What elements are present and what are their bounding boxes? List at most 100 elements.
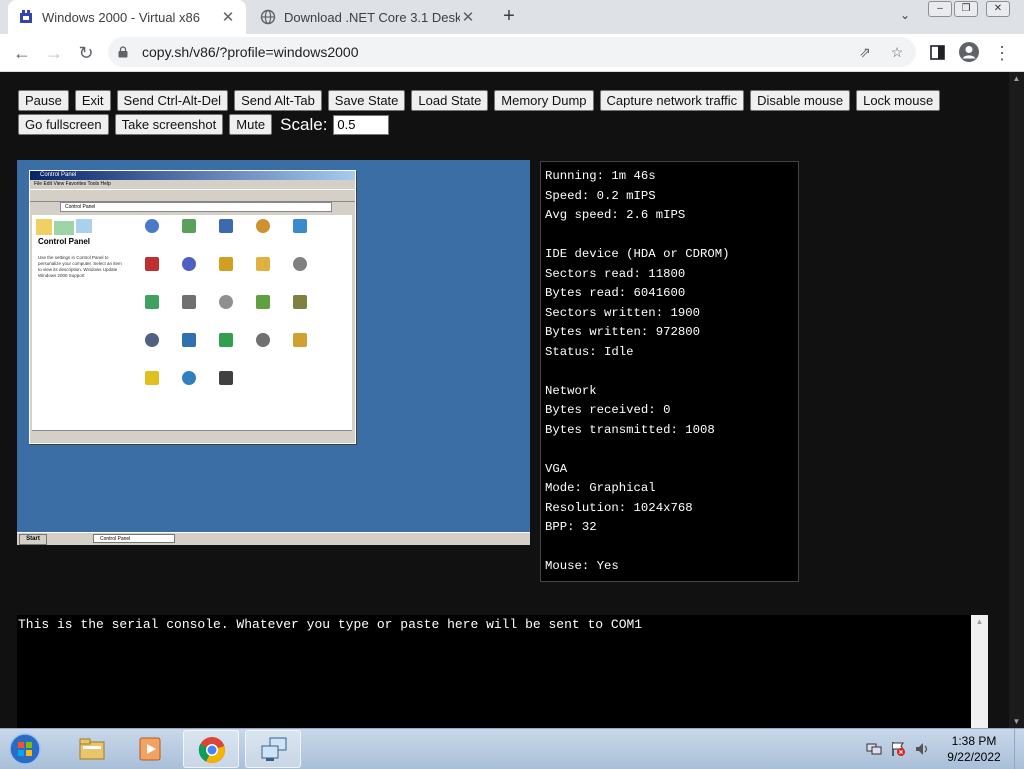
send-alt-tab-button[interactable]: Send Alt-Tab <box>234 90 322 111</box>
taskbar-chrome[interactable] <box>183 730 239 768</box>
minimize-button[interactable]: – <box>928 1 952 17</box>
lock-mouse-button[interactable]: Lock mouse <box>856 90 941 111</box>
stats-line: Running: 1m 46s <box>545 169 656 183</box>
tab-windows2000[interactable]: Windows 2000 - Virtual x86 ✕ <box>8 0 246 34</box>
close-icon[interactable]: ✕ <box>460 8 476 26</box>
media-player-icon <box>139 737 161 761</box>
tab-title: Download .NET Core 3.1 Desktop <box>284 9 460 25</box>
side-panel-icon[interactable] <box>930 45 945 60</box>
control-panel-applet-icon <box>249 295 277 331</box>
control-panel-applet-icon <box>175 371 203 407</box>
scroll-up-icon[interactable]: ▲ <box>972 617 987 626</box>
mute-button[interactable]: Mute <box>229 114 273 135</box>
taskbar-explorer[interactable] <box>64 730 120 768</box>
close-icon[interactable]: ✕ <box>220 8 236 26</box>
control-panel-applet-icon <box>249 257 277 293</box>
window-statusbar <box>32 430 352 437</box>
save-state-button[interactable]: Save State <box>327 90 406 111</box>
control-panel-description: Use the settings in Control Panel to per… <box>38 255 122 278</box>
browser-toolbar: ← → ↻ copy.sh/v86/?profile=windows2000 ⇗… <box>0 34 1024 72</box>
control-panel-applet-icon <box>175 257 203 293</box>
restore-button[interactable]: ❐ <box>954 1 978 17</box>
windows-start-icon[interactable] <box>6 732 44 766</box>
volume-icon[interactable] <box>914 741 930 757</box>
host-taskbar: 1:38 PM 9/22/2022 <box>0 728 1024 769</box>
new-tab-button[interactable]: + <box>498 5 520 27</box>
window-close-button[interactable]: ✕ <box>986 1 1010 17</box>
chevron-down-icon[interactable]: ⌄ <box>897 8 913 24</box>
clock-date: 9/22/2022 <box>947 750 1001 764</box>
stats-spacer <box>545 440 794 460</box>
scale-input[interactable] <box>333 114 390 135</box>
stats-line: Avg speed: 2.6 mIPS <box>545 208 686 222</box>
window-menubar: File Edit View Favorites Tools Help <box>34 181 111 187</box>
serial-scrollbar[interactable]: ▲ <box>971 615 988 728</box>
system-clock[interactable]: 1:38 PM 9/22/2022 <box>937 733 1011 765</box>
bookmark-star-icon[interactable]: ☆ <box>889 44 905 60</box>
address-bar[interactable]: copy.sh/v86/?profile=windows2000 ⇗ ☆ <box>108 37 916 67</box>
stats-line: Bytes read: 6041600 <box>545 286 686 300</box>
profile-avatar-icon[interactable] <box>958 41 980 63</box>
control-panel-applet-icon <box>138 333 166 369</box>
forward-button[interactable]: → <box>42 41 66 65</box>
serial-console[interactable]: This is the serial console. Whatever you… <box>17 615 971 728</box>
control-panel-applet-icon <box>286 257 314 293</box>
control-panel-applet-icon <box>138 295 166 331</box>
taskbar-media-player[interactable] <box>122 730 178 768</box>
remote-desktop-icon <box>261 737 287 761</box>
network-icon[interactable] <box>866 741 882 757</box>
disable-mouse-button[interactable]: Disable mouse <box>750 90 851 111</box>
memory-dump-button[interactable]: Memory Dump <box>494 90 594 111</box>
stats-spacer <box>545 226 794 246</box>
tab-strip: Windows 2000 - Virtual x86 ✕ Download .N… <box>0 0 1024 34</box>
stats-line: VGA <box>545 461 568 476</box>
stats-spacer <box>545 538 794 558</box>
scroll-down-icon[interactable]: ▼ <box>1009 717 1024 726</box>
pause-button[interactable]: Pause <box>18 90 69 111</box>
go-fullscreen-button[interactable]: Go fullscreen <box>18 114 109 135</box>
take-screenshot-button[interactable]: Take screenshot <box>114 114 224 135</box>
control-panel-applet-icon <box>286 219 314 255</box>
control-panel-applet-icon <box>286 295 314 331</box>
stats-line: Sectors read: 11800 <box>545 266 686 281</box>
serial-console-text: This is the serial console. Whatever you… <box>18 617 643 632</box>
control-panel-applet-icon <box>138 371 166 407</box>
control-buttons-row-2: Go fullscreen Take screenshot Mute Scale: <box>18 114 390 135</box>
chrome-icon <box>198 737 225 763</box>
action-center-icon[interactable] <box>890 741 906 757</box>
win2000-start-button: Start <box>19 534 47 545</box>
window-address-box: Control Panel <box>60 202 332 212</box>
control-panel-applet-icon <box>249 219 277 255</box>
tab-dotnet[interactable]: Download .NET Core 3.1 Desktop ✕ <box>250 0 486 34</box>
kebab-menu-icon[interactable]: ⋮ <box>990 41 1014 65</box>
scroll-up-icon[interactable]: ▲ <box>1009 74 1024 83</box>
control-panel-applet-icon <box>175 219 203 255</box>
load-state-button[interactable]: Load State <box>411 90 489 111</box>
stats-line: IDE device (HDA or CDROM) <box>545 247 730 261</box>
control-panel-applet-icon <box>286 333 314 369</box>
show-desktop-button[interactable] <box>1014 729 1024 769</box>
v86-favicon-icon <box>20 10 32 23</box>
exit-button[interactable]: Exit <box>74 90 111 111</box>
url-text: copy.sh/v86/?profile=windows2000 <box>142 44 359 60</box>
taskbar-remote-desktop[interactable] <box>245 730 301 768</box>
share-icon[interactable]: ⇗ <box>857 44 873 60</box>
window-toolbar <box>30 189 355 202</box>
control-panel-applet-icon <box>212 333 240 369</box>
control-panel-applet-icon <box>212 371 240 407</box>
reload-button[interactable]: ↻ <box>74 41 98 65</box>
emulator-screen[interactable]: Control Panel File Edit View Favorites T… <box>17 160 530 545</box>
window-titlebar: Control Panel <box>30 171 355 180</box>
stats-line: Mode: Graphical <box>545 481 656 495</box>
win2000-task-button: Control Panel <box>93 534 175 543</box>
capture-network-traffic-button[interactable]: Capture network traffic <box>599 90 745 111</box>
stats-line: Bytes received: 0 <box>545 403 671 417</box>
stats-line: Sectors written: 1900 <box>545 305 700 320</box>
globe-icon <box>260 9 276 25</box>
send-ctrl-alt-del-button[interactable]: Send Ctrl-Alt-Del <box>116 90 229 111</box>
stats-line: Status: Idle <box>545 344 634 359</box>
control-panel-content: Control Panel Use the settings in Contro… <box>32 215 352 437</box>
back-button[interactable]: ← <box>10 41 34 65</box>
page-scrollbar[interactable]: ▲ ▼ <box>1009 72 1024 728</box>
stats-line: BPP: 32 <box>545 520 597 534</box>
